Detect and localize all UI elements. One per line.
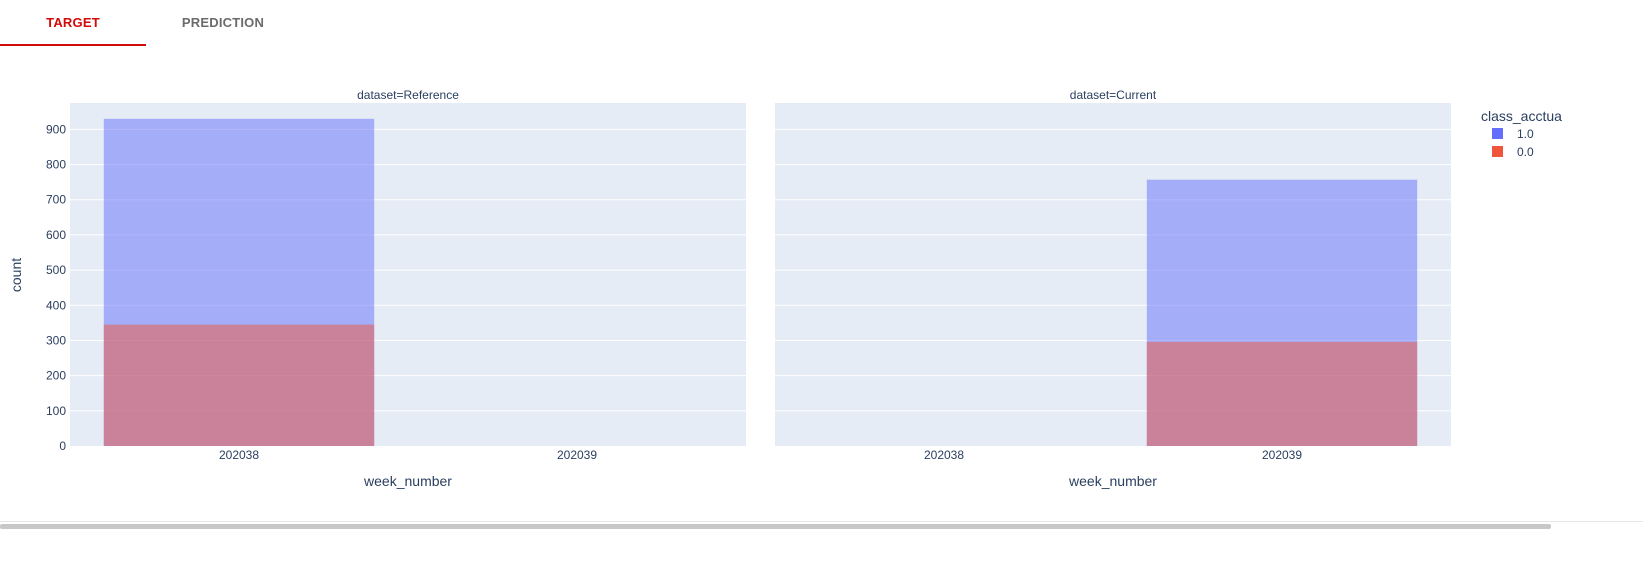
y-tick-label: 800 <box>46 158 66 172</box>
legend-swatch-0_0 <box>1492 146 1503 157</box>
legend-label: 1.0 <box>1517 127 1534 141</box>
legend-title: class_acctua <box>1481 108 1562 124</box>
x-tick-label: 202038 <box>219 448 259 462</box>
scroll-track <box>0 521 1643 522</box>
y-tick-label: 100 <box>46 404 66 418</box>
y-tick-label: 900 <box>46 122 66 136</box>
bar-0_0-202039 <box>1146 341 1418 446</box>
y-tick-label: 300 <box>46 333 66 347</box>
y-axis-label: count <box>8 258 24 292</box>
x-tick-label: 202039 <box>1262 448 1302 462</box>
horizontal-scrollbar[interactable] <box>0 524 1551 529</box>
x-tick-label: 202039 <box>557 448 597 462</box>
faceted-bar-chart: dataset=Reference 202038 202039 week_number… <box>8 88 1562 489</box>
y-tick-label: 400 <box>46 298 66 312</box>
x-axis-label: week_number <box>1068 473 1157 489</box>
y-tick-label: 600 <box>46 228 66 242</box>
y-tick-label: 200 <box>46 369 66 383</box>
y-tick-label: 700 <box>46 193 66 207</box>
y-tick-label: 500 <box>46 263 66 277</box>
x-axis-label: week_number <box>363 473 452 489</box>
facet-title: dataset=Reference <box>357 88 459 102</box>
y-tick-label: 0 <box>59 439 66 453</box>
facet-title: dataset=Current <box>1070 88 1157 102</box>
bar-0_0-202038 <box>103 324 375 446</box>
legend-swatch-1_0 <box>1492 128 1503 139</box>
x-tick-label: 202038 <box>924 448 964 462</box>
legend-label: 0.0 <box>1517 145 1534 159</box>
